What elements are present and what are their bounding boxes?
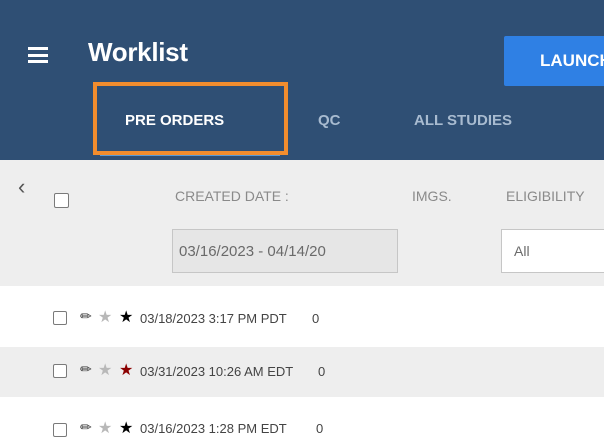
date-range-filter-input[interactable] [172, 229, 398, 273]
column-header-eligibility[interactable]: ELIGIBILITY [506, 188, 585, 204]
tab-pre-orders[interactable]: PRE ORDERS [125, 98, 224, 144]
eligibility-filter-select[interactable]: All [501, 229, 604, 273]
row-created-date: 03/16/2023 1:28 PM EDT [140, 421, 287, 436]
app-header: Worklist LAUNCH PRE ORDERS QC ALL STUDIE… [0, 0, 604, 160]
row-created-date: 03/18/2023 3:17 PM PDT [140, 311, 287, 326]
row-checkbox[interactable] [53, 364, 67, 378]
launch-button[interactable]: LAUNCH [504, 36, 604, 86]
page-title: Worklist [88, 37, 188, 67]
edit-pencil-icon[interactable]: ✏ [80, 308, 92, 325]
column-header-created-date[interactable]: CREATED DATE : [175, 188, 289, 204]
chevron-left-icon[interactable]: ‹ [18, 176, 25, 198]
hamburger-menu-icon[interactable] [28, 47, 48, 63]
row-imgs-count: 0 [318, 364, 326, 379]
row-checkbox[interactable] [53, 423, 67, 437]
table-row[interactable]: ✏ ★ ★ 03/18/2023 3:17 PM PDT 0 [0, 294, 604, 344]
table-row[interactable]: ✏ ★ ★ 03/16/2023 1:28 PM EDT 0 [0, 408, 604, 441]
active-tab-indicator [100, 152, 280, 156]
row-created-date: 03/31/2023 10:26 AM EDT [140, 364, 294, 379]
row-imgs-count: 0 [316, 421, 324, 436]
select-all-checkbox[interactable] [54, 193, 69, 208]
row-imgs-count: 0 [312, 311, 320, 326]
tab-all-studies[interactable]: ALL STUDIES [414, 98, 512, 144]
table-row[interactable]: ✏ ★ ★ 03/31/2023 10:26 AM EDT 0 [0, 347, 604, 397]
favorite-star-icon[interactable]: ★ [98, 360, 112, 380]
column-header-imgs[interactable]: IMGS. [412, 188, 452, 204]
edit-pencil-icon[interactable]: ✏ [80, 419, 92, 436]
priority-star-icon[interactable]: ★ [119, 307, 133, 327]
favorite-star-icon[interactable]: ★ [98, 418, 112, 438]
favorite-star-icon[interactable]: ★ [98, 307, 112, 327]
priority-star-icon[interactable]: ★ [119, 360, 133, 380]
row-checkbox[interactable] [53, 311, 67, 325]
priority-star-icon[interactable]: ★ [119, 418, 133, 438]
tab-qc[interactable]: QC [318, 98, 341, 144]
edit-pencil-icon[interactable]: ✏ [80, 361, 92, 378]
